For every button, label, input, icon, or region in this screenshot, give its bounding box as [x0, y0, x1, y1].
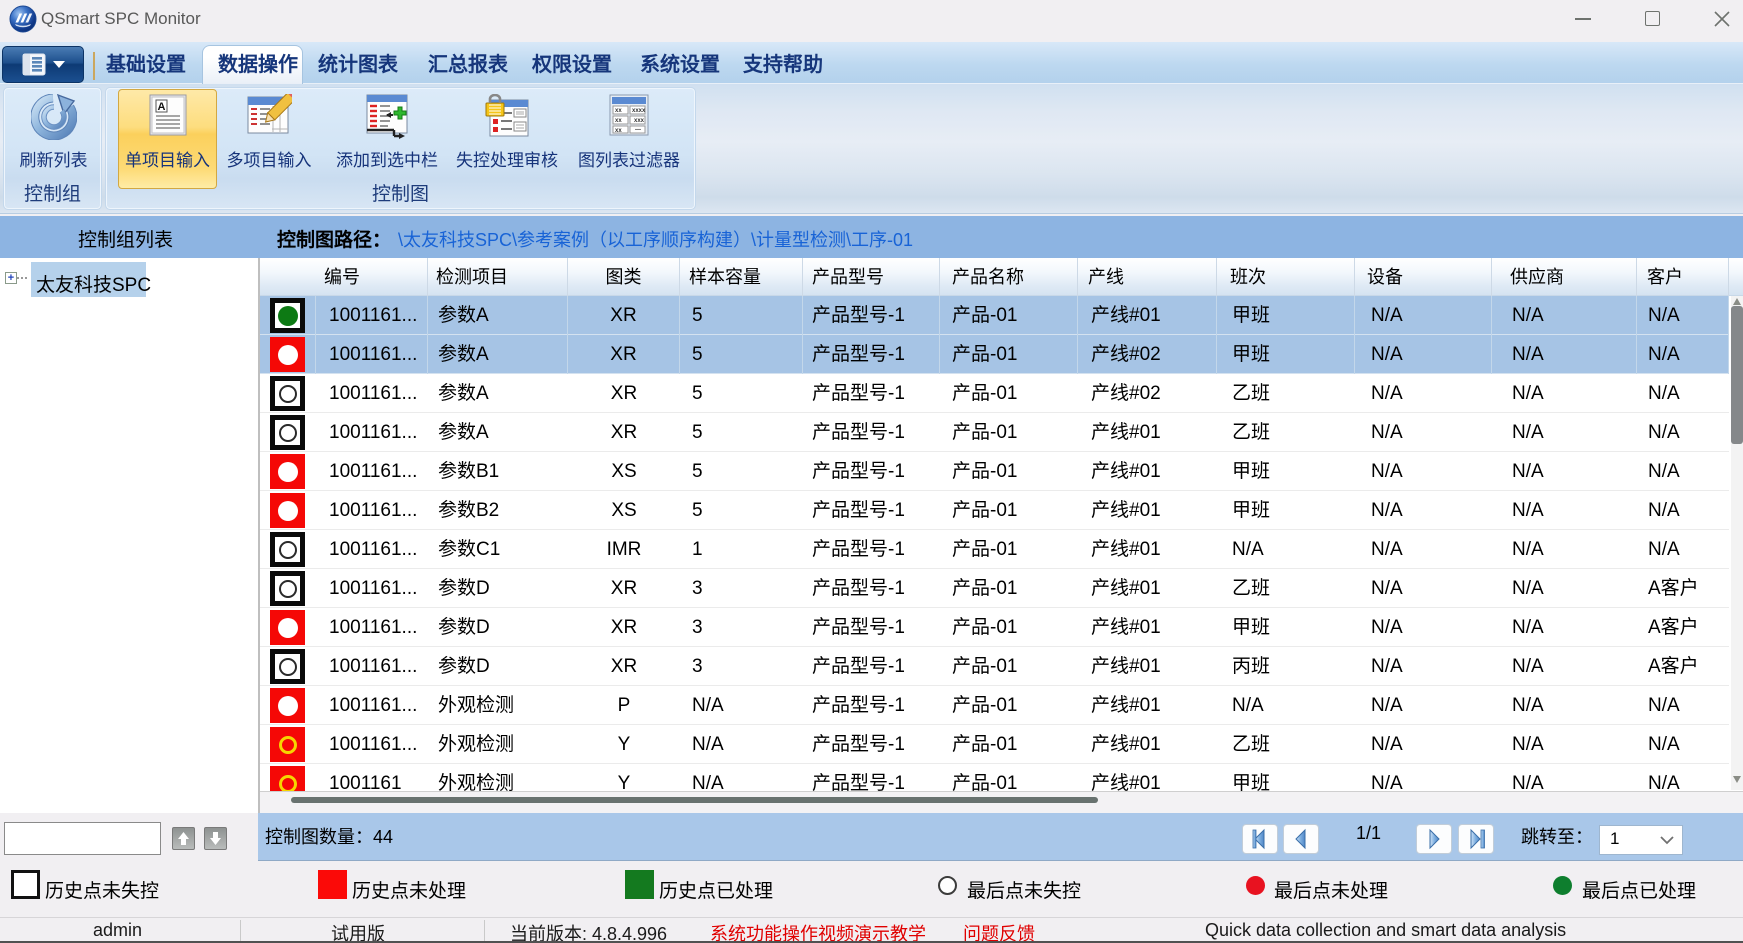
svg-text:xx: xx	[615, 108, 622, 114]
svg-text:xxxx: xxxx	[632, 108, 646, 114]
svg-text:xxx: xxx	[634, 118, 645, 124]
svg-text:A: A	[157, 101, 165, 113]
svg-text:xx: xx	[615, 128, 622, 134]
svg-text:—: —	[635, 127, 641, 133]
svg-text:xx: xx	[615, 118, 622, 124]
